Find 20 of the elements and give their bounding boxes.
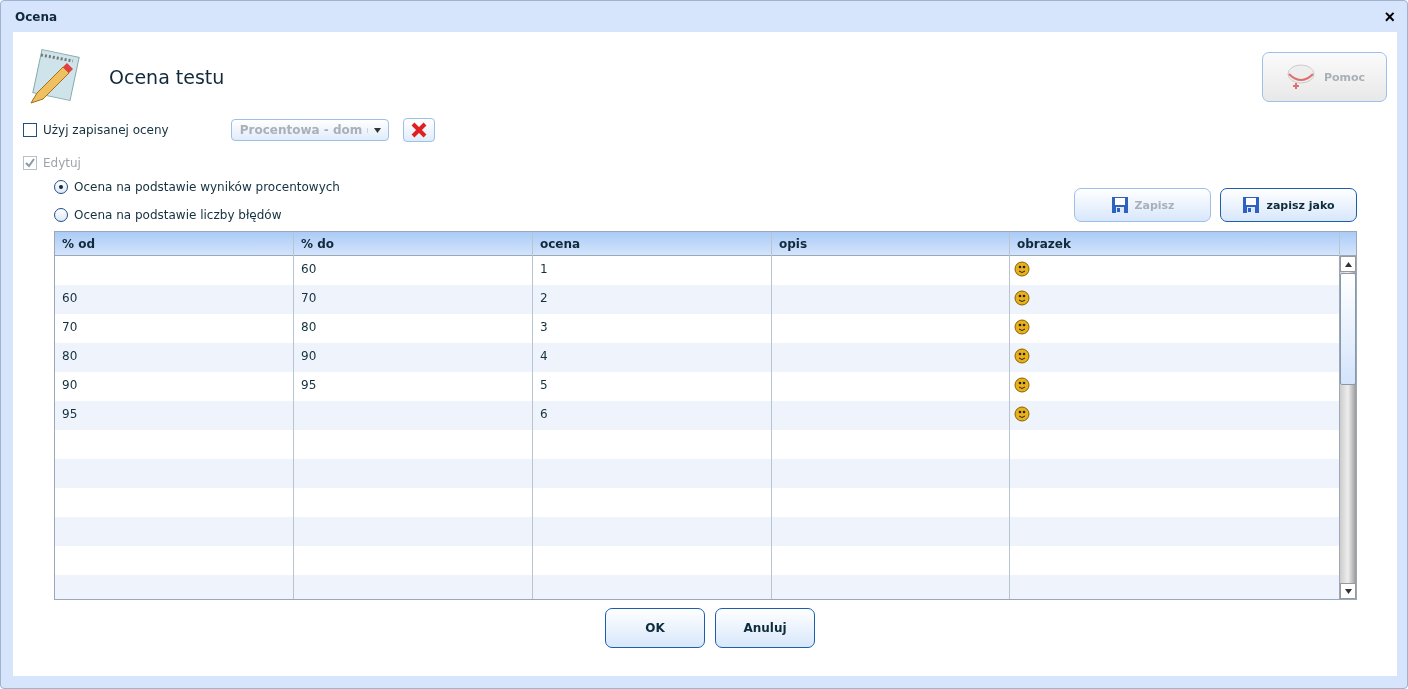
delete-button[interactable]: [402, 118, 435, 142]
radio-button[interactable]: [54, 208, 68, 222]
radio-label: Ocena na podstawie wyników procentowych: [74, 180, 340, 194]
checkmark-icon: [25, 158, 35, 168]
scroll-up-icon: [1344, 261, 1352, 267]
window-title: Ocena: [15, 9, 58, 24]
radio-label: Ocena na podstawie liczby błędów: [74, 208, 282, 222]
scroll-down-icon: [1344, 588, 1352, 594]
ok-button[interactable]: OK: [605, 608, 705, 648]
checkbox[interactable]: [23, 123, 37, 137]
close-button[interactable]: ×: [1382, 7, 1397, 26]
radio-button[interactable]: [54, 180, 68, 194]
scrollbar[interactable]: [1339, 256, 1356, 599]
dropdown-arrow-icon: [374, 127, 382, 133]
cancel-button[interactable]: Anuluj: [715, 608, 815, 648]
checkbox-label: Użyj zapisanej oceny: [43, 123, 169, 137]
checkbox-label: Edytuj: [43, 156, 81, 170]
page-title: Ocena testu: [109, 66, 226, 88]
cross-icon: [410, 122, 427, 138]
save-button[interactable]: zapisz jako: [1220, 188, 1357, 222]
